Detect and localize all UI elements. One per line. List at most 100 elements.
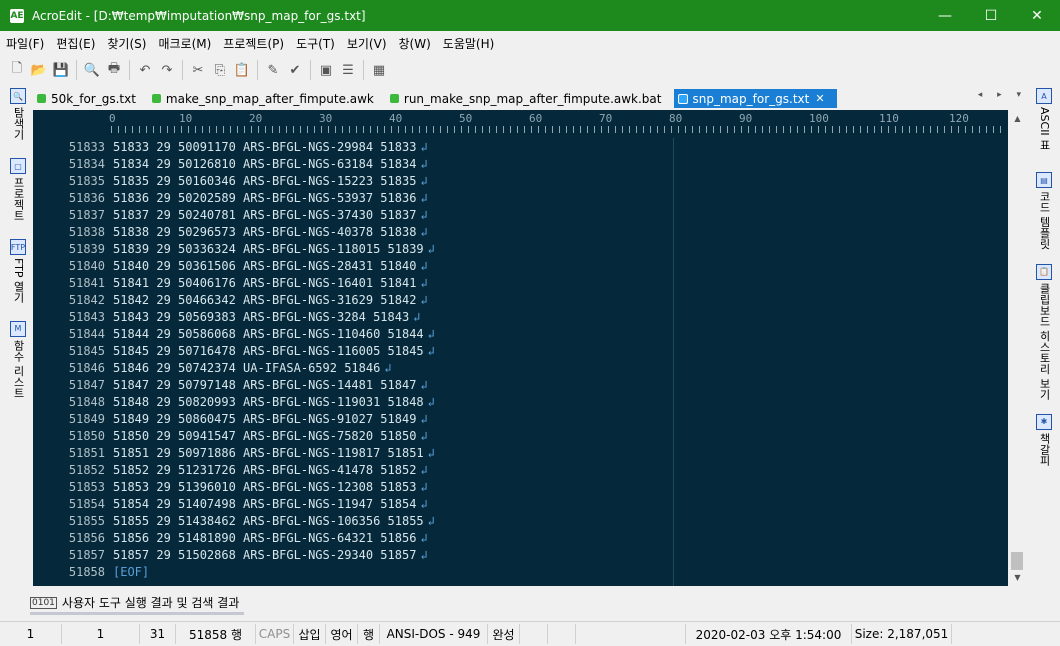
copy-icon[interactable]: ⎘ bbox=[209, 59, 231, 81]
dock-item-clipboard[interactable]: 📋 클립보드 히스토리 보기 bbox=[1034, 263, 1054, 400]
line-end-icon: ↲ bbox=[413, 310, 421, 324]
code-line[interactable]: 51850 29 50941547 ARS-BFGL-NGS-75820 518… bbox=[113, 428, 1003, 445]
scroll-up-icon[interactable]: ▲ bbox=[1008, 110, 1027, 127]
dock-item-ascii-table[interactable]: A ASCII 표 bbox=[1034, 88, 1054, 150]
code-line[interactable]: 51834 29 50126810 ARS-BFGL-NGS-63184 518… bbox=[113, 156, 1003, 173]
status-cell-1: 1 bbox=[62, 624, 140, 644]
menu-item-8[interactable]: 도움말(H) bbox=[437, 35, 501, 52]
print-icon[interactable]: 🖶 bbox=[103, 59, 125, 81]
menu-item-6[interactable]: 보기(V) bbox=[341, 35, 393, 52]
line-number: 51837 bbox=[68, 208, 105, 222]
code-line[interactable]: 51848 29 50820993 ARS-BFGL-NGS-119031 51… bbox=[113, 394, 1003, 411]
tab-label: make_snp_map_after_fimpute.awk bbox=[165, 91, 374, 106]
code-line[interactable]: 51842 29 50466342 ARS-BFGL-NGS-31629 518… bbox=[113, 292, 1003, 309]
function-list-icon: M bbox=[10, 320, 26, 337]
tab-close-icon[interactable]: ✕ bbox=[815, 92, 824, 105]
code-line[interactable]: 51836 29 50202589 ARS-BFGL-NGS-53937 518… bbox=[113, 190, 1003, 207]
undo-icon[interactable]: ↶ bbox=[134, 59, 156, 81]
new-file-icon[interactable]: 🗋 bbox=[6, 59, 28, 81]
code-line[interactable]: 51841 29 50406176 ARS-BFGL-NGS-16401 518… bbox=[113, 275, 1003, 292]
toolbar-separator bbox=[182, 60, 183, 80]
vertical-scrollbar[interactable]: ▲ ▼ bbox=[1008, 110, 1027, 586]
line-number: 51855 bbox=[68, 514, 105, 528]
project-icon: ▢ bbox=[10, 158, 26, 174]
menu-item-3[interactable]: 매크로(M) bbox=[152, 35, 217, 52]
clipboard-icon: 📋 bbox=[1036, 263, 1052, 280]
calendar-icon[interactable]: ▦ bbox=[368, 59, 390, 81]
code-line[interactable]: 51857 29 51502868 ARS-BFGL-NGS-29340 518… bbox=[113, 547, 1003, 564]
status-cell-0: 1 bbox=[0, 624, 62, 644]
dock-item-ftp[interactable]: FTP FTP 열기 bbox=[7, 239, 29, 303]
tab-label: snp_map_for_gs.txt bbox=[692, 91, 810, 106]
scroll-down-icon[interactable]: ▼ bbox=[1008, 569, 1027, 586]
tab-1[interactable]: make_snp_map_after_fimpute.awk bbox=[148, 89, 386, 108]
code-line[interactable]: 51845 29 50716478 ARS-BFGL-NGS-116005 51… bbox=[113, 343, 1003, 360]
menu-item-1[interactable]: 편집(E) bbox=[50, 35, 101, 52]
code-line[interactable]: 51852 29 51231726 ARS-BFGL-NGS-41478 518… bbox=[113, 462, 1003, 479]
save-icon[interactable]: 💾 bbox=[50, 59, 72, 81]
minimize-button[interactable]: — bbox=[922, 0, 968, 31]
tab-navigation[interactable]: ◂ ▸ ▾ bbox=[978, 90, 1027, 100]
tab-2[interactable]: run_make_snp_map_after_fimpute.awk.bat bbox=[386, 89, 674, 108]
close-window-button[interactable]: ✕ bbox=[1014, 0, 1060, 31]
editor-area[interactable]: 0 10 20 30 40 50 60 70 80 90 100 110 120 51833 51834 5… bbox=[33, 110, 1027, 586]
print-preview-icon[interactable]: 🔍 bbox=[81, 59, 103, 81]
list-icon[interactable]: ☰ bbox=[337, 59, 359, 81]
code-line[interactable]: 51855 29 51438462 ARS-BFGL-NGS-106356 51… bbox=[113, 513, 1003, 530]
menu-item-0[interactable]: 파일(F) bbox=[0, 35, 50, 52]
code-line[interactable]: 51851 29 50971886 ARS-BFGL-NGS-119817 51… bbox=[113, 445, 1003, 462]
code-text: 51837 29 50240781 ARS-BFGL-NGS-37430 518… bbox=[113, 208, 417, 222]
dock-label: ASCII 표 bbox=[1038, 107, 1051, 151]
dock-item-explorer[interactable]: 🔍 탐색기 bbox=[7, 88, 29, 140]
code-line[interactable]: 51843 29 50569383 ARS-BFGL-NGS-3284 5184… bbox=[113, 309, 1003, 326]
code-line[interactable]: 51839 29 50336324 ARS-BFGL-NGS-118015 51… bbox=[113, 241, 1003, 258]
code-line[interactable]: 51833 29 50091170 ARS-BFGL-NGS-29984 518… bbox=[113, 139, 1003, 156]
menu-item-5[interactable]: 도구(T) bbox=[290, 35, 341, 52]
tab-3[interactable]: snp_map_for_gs.txt ✕ bbox=[673, 89, 837, 108]
code-line[interactable]: 51837 29 50240781 ARS-BFGL-NGS-37430 518… bbox=[113, 207, 1003, 224]
dock-item-function-list[interactable]: M 함수 리스트 bbox=[7, 320, 29, 398]
line-number: 51858 bbox=[68, 565, 105, 579]
text-content[interactable]: 51833 29 50091170 ARS-BFGL-NGS-29984 518… bbox=[113, 139, 1003, 581]
paste-icon[interactable]: 📋 bbox=[231, 59, 253, 81]
redo-icon[interactable]: ↷ bbox=[156, 59, 178, 81]
code-line[interactable]: 51853 29 51396010 ARS-BFGL-NGS-12308 518… bbox=[113, 479, 1003, 496]
code-text: 51856 29 51481890 ARS-BFGL-NGS-64321 518… bbox=[113, 531, 417, 545]
code-line[interactable]: 51846 29 50742374 UA-IFASA-6592 51846 ↲ bbox=[113, 360, 1003, 377]
menu-item-7[interactable]: 창(W) bbox=[393, 35, 437, 52]
code-line[interactable]: 51844 29 50586068 ARS-BFGL-NGS-110460 51… bbox=[113, 326, 1003, 343]
bookmark-icon[interactable]: ✔ bbox=[284, 59, 306, 81]
tab-0[interactable]: 50k_for_gs.txt bbox=[33, 89, 148, 108]
output-panel-splitter[interactable] bbox=[30, 612, 244, 615]
highlight-icon[interactable]: ✎ bbox=[262, 59, 284, 81]
output-panel-tab[interactable]: 0101 사용자 도구 실행 결과 및 검색 결과 bbox=[30, 590, 280, 615]
code-line[interactable]: 51856 29 51481890 ARS-BFGL-NGS-64321 518… bbox=[113, 530, 1003, 547]
line-end-icon: ↲ bbox=[427, 242, 435, 256]
ruler-number: 40 bbox=[389, 112, 403, 125]
cut-icon[interactable]: ✂ bbox=[187, 59, 209, 81]
line-end-icon: ↲ bbox=[420, 463, 428, 477]
line-number: 51850 bbox=[68, 429, 105, 443]
line-end-icon: ↲ bbox=[420, 412, 428, 426]
code-line[interactable]: 51835 29 50160346 ARS-BFGL-NGS-15223 518… bbox=[113, 173, 1003, 190]
code-line[interactable]: 51849 29 50860475 ARS-BFGL-NGS-91027 518… bbox=[113, 411, 1003, 428]
maximize-button[interactable]: ☐ bbox=[968, 0, 1014, 31]
code-line[interactable]: 51854 29 51407498 ARS-BFGL-NGS-11947 518… bbox=[113, 496, 1003, 513]
output-panel-label: 사용자 도구 실행 결과 및 검색 결과 bbox=[61, 596, 240, 610]
ruler-number: 0 bbox=[109, 112, 116, 125]
menu-item-4[interactable]: 프로젝트(P) bbox=[217, 35, 290, 52]
menu-item-2[interactable]: 찾기(S) bbox=[101, 35, 152, 52]
open-folder-icon[interactable]: 📂 bbox=[28, 59, 50, 81]
file-icon bbox=[37, 94, 46, 103]
code-text: 51840 29 50361506 ARS-BFGL-NGS-28431 518… bbox=[113, 259, 417, 273]
scroll-thumb[interactable] bbox=[1011, 552, 1023, 570]
title-bar: AE AcroEdit - [D:₩temp₩imputation₩snp_ma… bbox=[0, 0, 1060, 31]
dock-item-project[interactable]: ▢ 프로젝트 bbox=[7, 158, 29, 221]
code-line[interactable]: 51840 29 50361506 ARS-BFGL-NGS-28431 518… bbox=[113, 258, 1003, 275]
line-end-icon: ↲ bbox=[427, 327, 435, 341]
dock-item-bookmark-panel[interactable]: ✱ 책갈피 bbox=[1034, 413, 1054, 466]
document-icon[interactable]: ▣ bbox=[315, 59, 337, 81]
code-line[interactable]: 51847 29 50797148 ARS-BFGL-NGS-14481 518… bbox=[113, 377, 1003, 394]
dock-item-code-template[interactable]: ▤ 코드 템플릿 bbox=[1034, 172, 1054, 250]
code-line[interactable]: 51838 29 50296573 ARS-BFGL-NGS-40378 518… bbox=[113, 224, 1003, 241]
